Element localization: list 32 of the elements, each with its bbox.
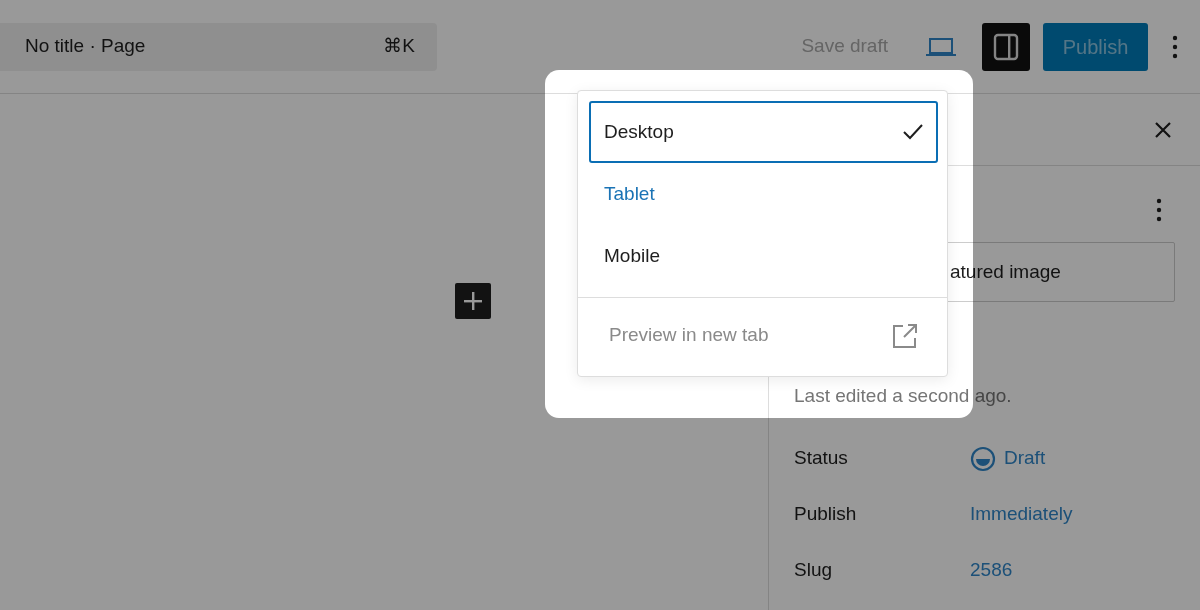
field-label: Publish (794, 502, 858, 527)
field-link[interactable]: 2586 (970, 556, 1013, 585)
field-label: Slug (794, 558, 834, 583)
close-button[interactable] (1154, 120, 1172, 139)
menu-item-label: Tablet (604, 181, 655, 206)
command-bar-title: No title · Page (25, 34, 146, 59)
command-bar[interactable]: No title · Page ⌘K (0, 22, 437, 71)
kebab-icon (1172, 34, 1178, 59)
more-options-button[interactable] (1172, 34, 1178, 59)
laptop-icon (926, 36, 956, 57)
kebab-icon (1156, 198, 1162, 222)
last-edited-text: Last edited a second ago. (794, 384, 1013, 408)
settings-toggle-button[interactable] (982, 22, 1030, 71)
menu-item[interactable]: Desktop (589, 101, 938, 163)
status-value: Draft (1004, 446, 1046, 471)
shortcut-hint: ⌘K (383, 34, 415, 59)
preview-label: Preview in new tab (609, 323, 769, 348)
plus-icon (464, 292, 482, 310)
publish-button[interactable]: Publish (1043, 22, 1148, 71)
status-icon (970, 445, 996, 472)
menu-item-label: Desktop (604, 119, 674, 144)
sidebar-panel-icon (993, 32, 1019, 61)
add-block-button[interactable] (455, 283, 491, 319)
status-button[interactable]: Draft (970, 444, 1046, 473)
more-options-button[interactable] (1156, 198, 1162, 222)
external-link-icon (892, 322, 918, 349)
menu-item-label: Mobile (604, 243, 660, 268)
view-button[interactable] (926, 36, 956, 57)
field-link[interactable]: Immediately (970, 500, 1073, 529)
field-label: Status (794, 446, 849, 471)
close-icon (1154, 120, 1172, 139)
checkmark-icon (903, 123, 923, 141)
